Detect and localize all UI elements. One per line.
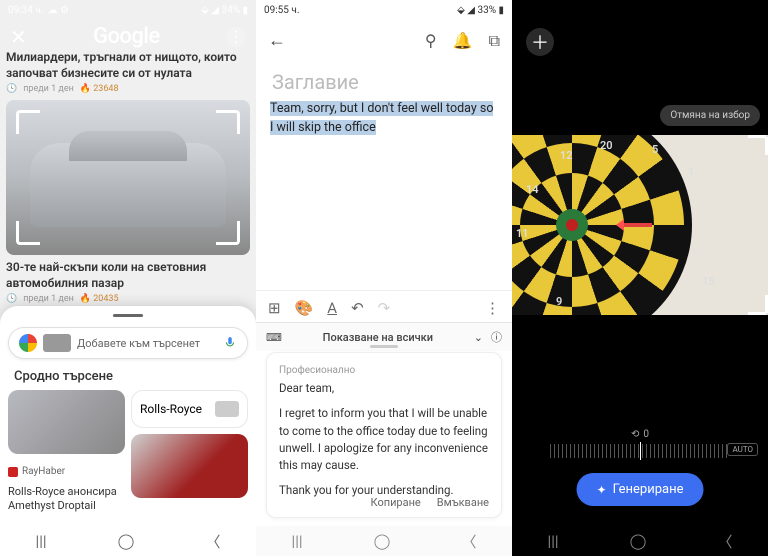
format-toolbar: ⊞ 🎨 A ↶ ↷ ⋮ bbox=[256, 290, 512, 325]
insert-button[interactable]: Вмъкване bbox=[437, 495, 489, 512]
text-format-icon[interactable]: A bbox=[327, 299, 337, 317]
home-button[interactable]: ◯ bbox=[374, 532, 391, 550]
redo-icon[interactable]: ↷ bbox=[378, 299, 391, 317]
android-navbar: ||| ◯ 〈 bbox=[512, 526, 768, 556]
copy-button[interactable]: Копиране bbox=[371, 495, 421, 512]
headline: Милиардери, тръгнали от нищото, които за… bbox=[6, 50, 250, 81]
palette-icon[interactable]: 🎨 bbox=[295, 299, 314, 317]
thumbnail-icon bbox=[43, 334, 71, 352]
add-icon[interactable]: ⊞ bbox=[268, 299, 281, 317]
status-bar: 09:55 ч. ⬙ ◢ 33% ▮ bbox=[256, 0, 512, 20]
recents-button[interactable]: ||| bbox=[36, 532, 47, 550]
home-button[interactable]: ◯ bbox=[630, 532, 647, 550]
headline: 30-те най-скъпи коли на световния автомо… bbox=[6, 260, 250, 291]
crop-corner-icon[interactable] bbox=[16, 110, 40, 134]
keyboard-icon[interactable]: ⌨ bbox=[266, 331, 282, 344]
article-card: 30-те най-скъпи коли на световния автомо… bbox=[6, 260, 250, 304]
recents-button[interactable]: ||| bbox=[292, 532, 303, 550]
back-button[interactable]: ← bbox=[268, 30, 286, 51]
back-button[interactable]: 〈 bbox=[461, 531, 476, 552]
info-icon[interactable]: ⓘ bbox=[491, 329, 502, 345]
android-navbar: ||| ◯ 〈 bbox=[0, 526, 256, 556]
drag-handle-icon[interactable] bbox=[113, 314, 143, 317]
suggestion-style: Професионално bbox=[279, 363, 489, 378]
back-button[interactable]: 〈 bbox=[717, 531, 732, 552]
mic-icon[interactable] bbox=[223, 336, 237, 350]
thumbnail-icon bbox=[215, 401, 239, 417]
google-icon bbox=[19, 334, 37, 352]
result-image[interactable] bbox=[131, 434, 248, 498]
back-button[interactable]: 〈 bbox=[205, 531, 220, 552]
slider-ticks[interactable] bbox=[550, 444, 730, 458]
note-body[interactable]: Team, sorry, but I don't feel well today… bbox=[270, 100, 498, 138]
section-title: Сродно търсене bbox=[14, 369, 248, 384]
dart-icon bbox=[622, 223, 652, 227]
home-button[interactable]: ◯ bbox=[118, 532, 135, 550]
google-logo: Google bbox=[93, 24, 160, 49]
result-image[interactable] bbox=[8, 390, 125, 454]
undo-icon[interactable]: ↶ bbox=[351, 299, 364, 317]
clock-icon: 🕓 bbox=[6, 294, 17, 304]
undo-selection-chip[interactable]: Отмяна на избор bbox=[660, 105, 760, 126]
crop-handle-icon[interactable] bbox=[748, 312, 766, 315]
clock-icon: 🕓 bbox=[6, 84, 17, 94]
source-label: RayHaber bbox=[8, 466, 125, 477]
chevron-down-icon[interactable]: ⌄ bbox=[474, 331, 483, 344]
add-button[interactable]: ＋ bbox=[526, 28, 554, 56]
related-chip[interactable]: Rolls-Royce bbox=[131, 390, 248, 428]
suggestion-card[interactable]: Професионално Dear team, I regret to inf… bbox=[266, 352, 502, 518]
close-button[interactable]: ✕ bbox=[10, 25, 27, 49]
lens-viewfinder[interactable] bbox=[6, 100, 250, 255]
drag-handle-icon[interactable] bbox=[370, 345, 398, 348]
crop-corner-icon[interactable] bbox=[16, 221, 40, 245]
results-sheet[interactable]: Добавете към търсенет Сродно търсене Ray… bbox=[0, 306, 256, 556]
crop-corner-icon[interactable] bbox=[216, 221, 240, 245]
crop-corner-icon[interactable] bbox=[216, 110, 240, 134]
favicon-icon bbox=[8, 467, 18, 477]
more-icon[interactable]: ⋮ bbox=[226, 27, 246, 47]
article-card: Милиардери, тръгнали от нищото, които за… bbox=[6, 50, 250, 94]
sparkle-icon: ✦ bbox=[597, 483, 607, 497]
result-title[interactable]: Rolls-Royce анонсира Amethyst Droptail bbox=[8, 485, 125, 514]
image-canvas[interactable]: 20 5 12 14 11 9 1 15 bbox=[512, 135, 768, 315]
status-bar: 09:34 ч.☁ ⚙ ⬙ ◢ 34% ▮ bbox=[0, 0, 256, 20]
rotate-icon: ⟲ bbox=[631, 429, 639, 440]
pin-icon[interactable]: ⚲ bbox=[425, 31, 437, 50]
recents-button[interactable]: ||| bbox=[548, 532, 559, 550]
show-all-button[interactable]: Показване на всички bbox=[290, 331, 466, 344]
generate-button[interactable]: ✦ Генериране bbox=[577, 473, 704, 506]
more-icon[interactable]: ⋮ bbox=[485, 299, 500, 317]
title-input[interactable]: Заглавие bbox=[272, 70, 359, 94]
archive-icon[interactable]: ⧉ bbox=[489, 31, 500, 51]
reminder-icon[interactable]: 🔔 bbox=[453, 31, 473, 50]
auto-button[interactable]: AUTO bbox=[727, 443, 758, 456]
search-input[interactable]: Добавете към търсенет bbox=[8, 327, 248, 359]
crop-handle-icon[interactable] bbox=[748, 135, 766, 138]
android-navbar: ||| ◯ 〈 bbox=[256, 526, 512, 556]
